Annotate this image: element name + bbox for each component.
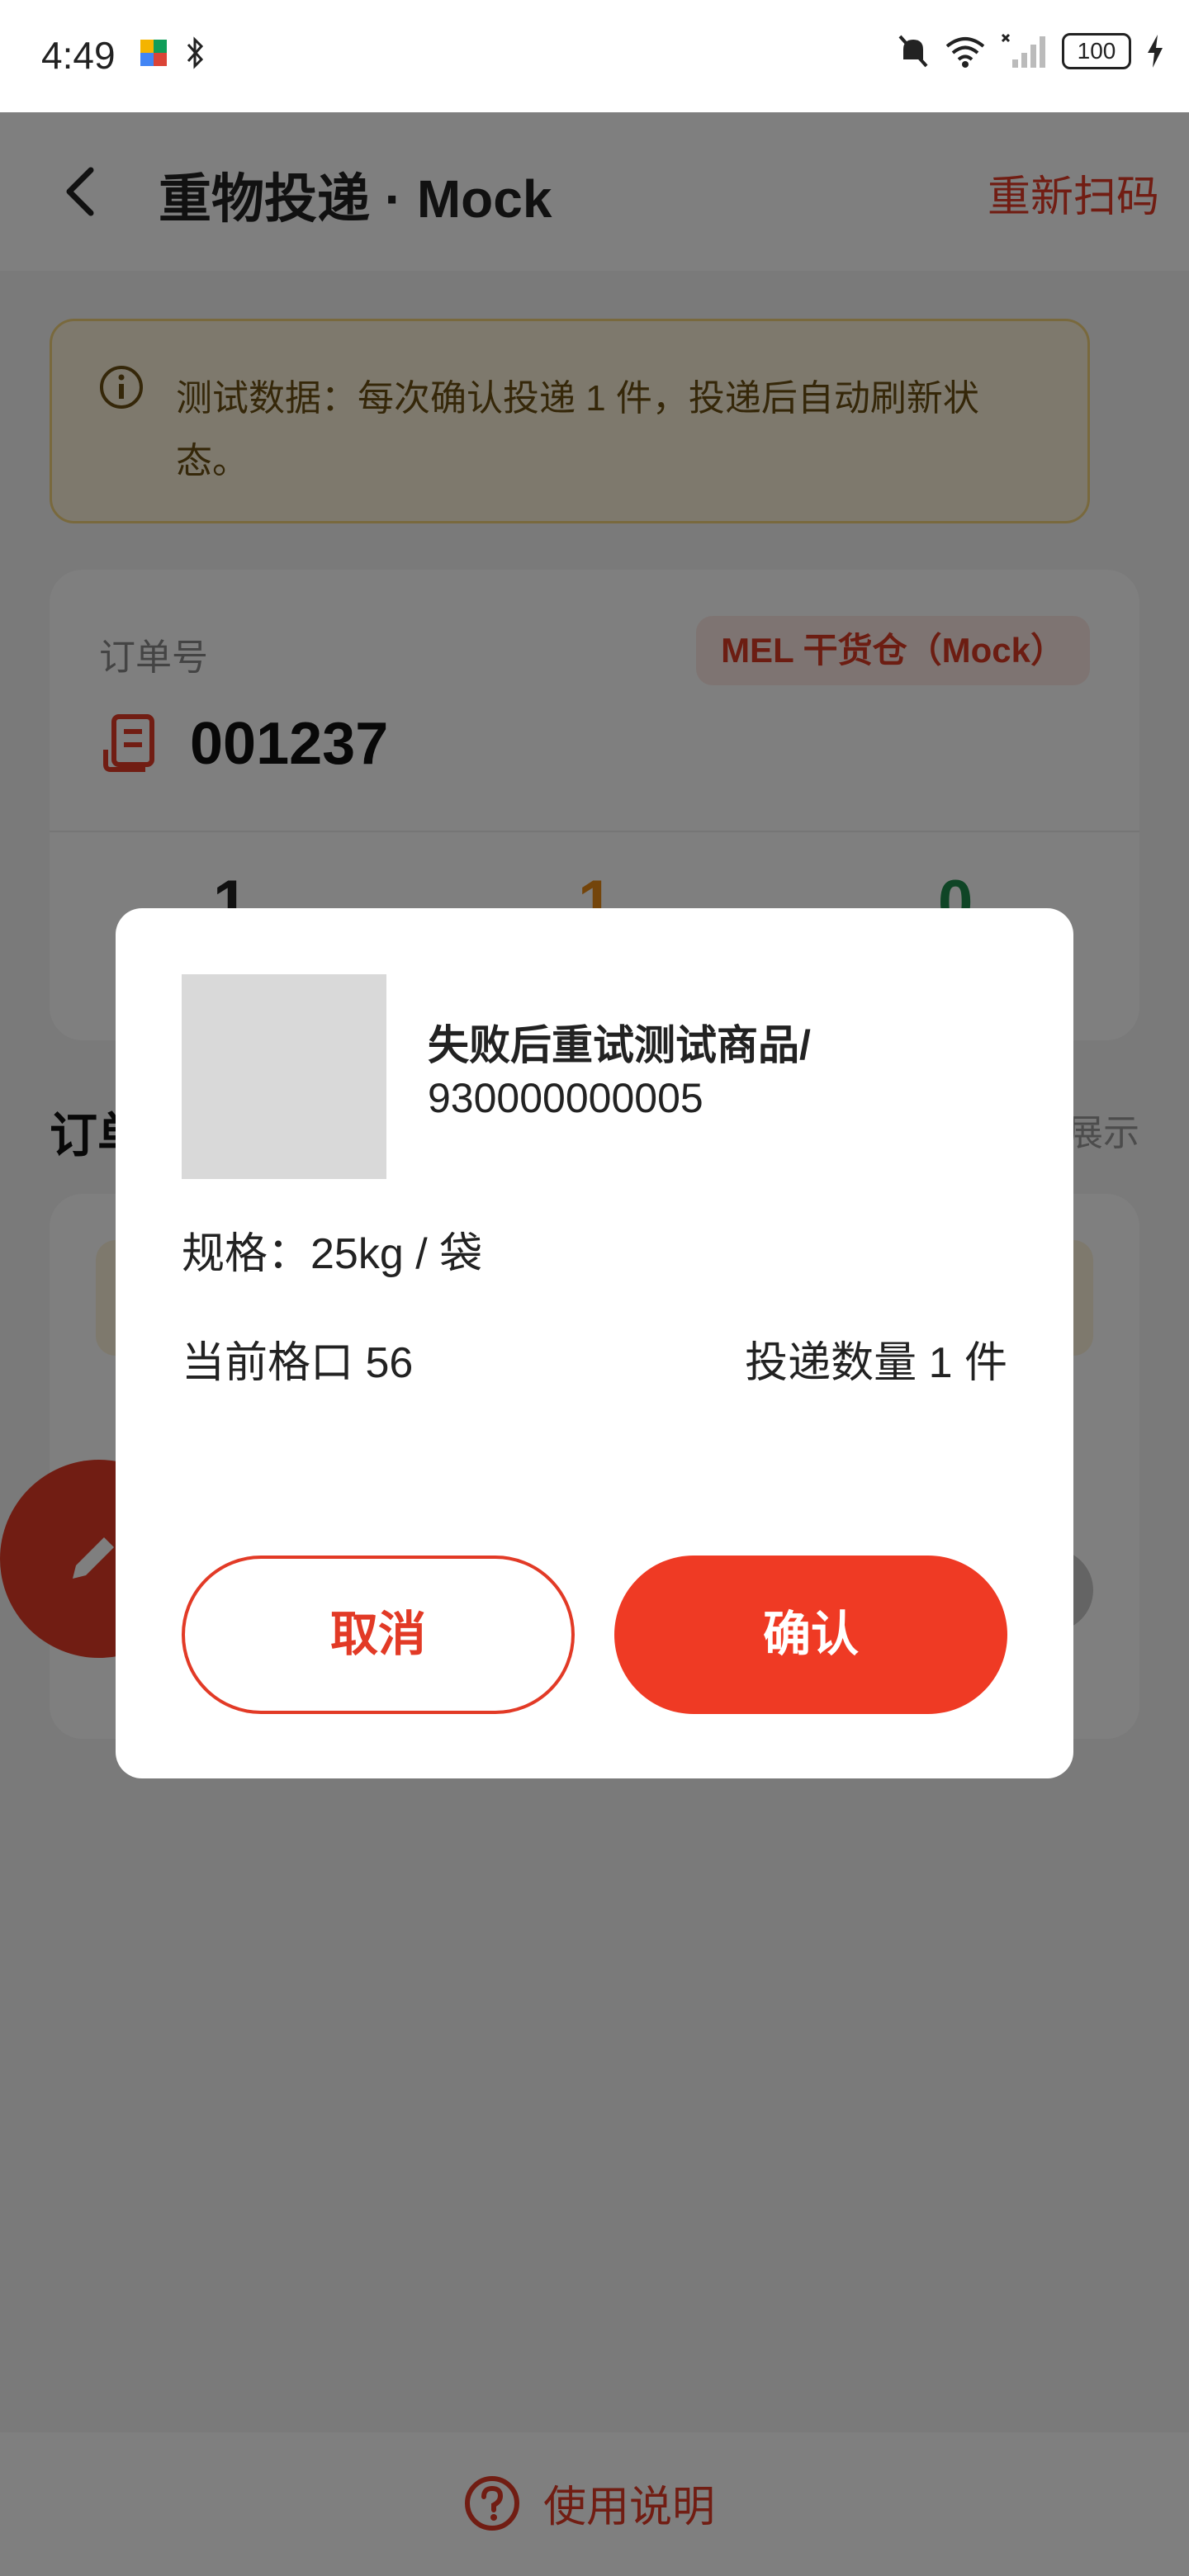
cellular-signal-icon <box>1001 33 1045 68</box>
battery-indicator: 100 <box>1062 33 1131 69</box>
product-code: 930000000005 <box>428 1075 703 1121</box>
product-spec: 规格：25kg / 袋 <box>182 1230 483 1278</box>
status-bar: 4:49 100 <box>0 0 1189 112</box>
confirm-dialog: 失败后重试测试商品/ 930000000005 规格：25kg / 袋 当前格口… <box>116 908 1073 1778</box>
wifi-icon <box>945 37 985 68</box>
product-image <box>182 974 386 1179</box>
status-time: 4:49 <box>41 34 116 77</box>
confirm-button[interactable]: 确认 <box>614 1556 1007 1714</box>
mute-bell-icon <box>898 35 928 68</box>
cancel-button[interactable]: 取消 <box>182 1556 575 1714</box>
status-icons-right: 100 <box>897 33 1164 69</box>
status-icons-left <box>139 36 206 69</box>
product-name: 失败后重试测试商品/ <box>428 1022 811 1068</box>
app-notification-icon <box>140 40 167 66</box>
current-slot: 当前格口 56 <box>182 1339 414 1387</box>
charging-bolt-icon <box>1148 35 1163 68</box>
bluetooth-icon <box>187 36 204 69</box>
delivery-quantity: 投递数量 1 件 <box>745 1339 1007 1387</box>
